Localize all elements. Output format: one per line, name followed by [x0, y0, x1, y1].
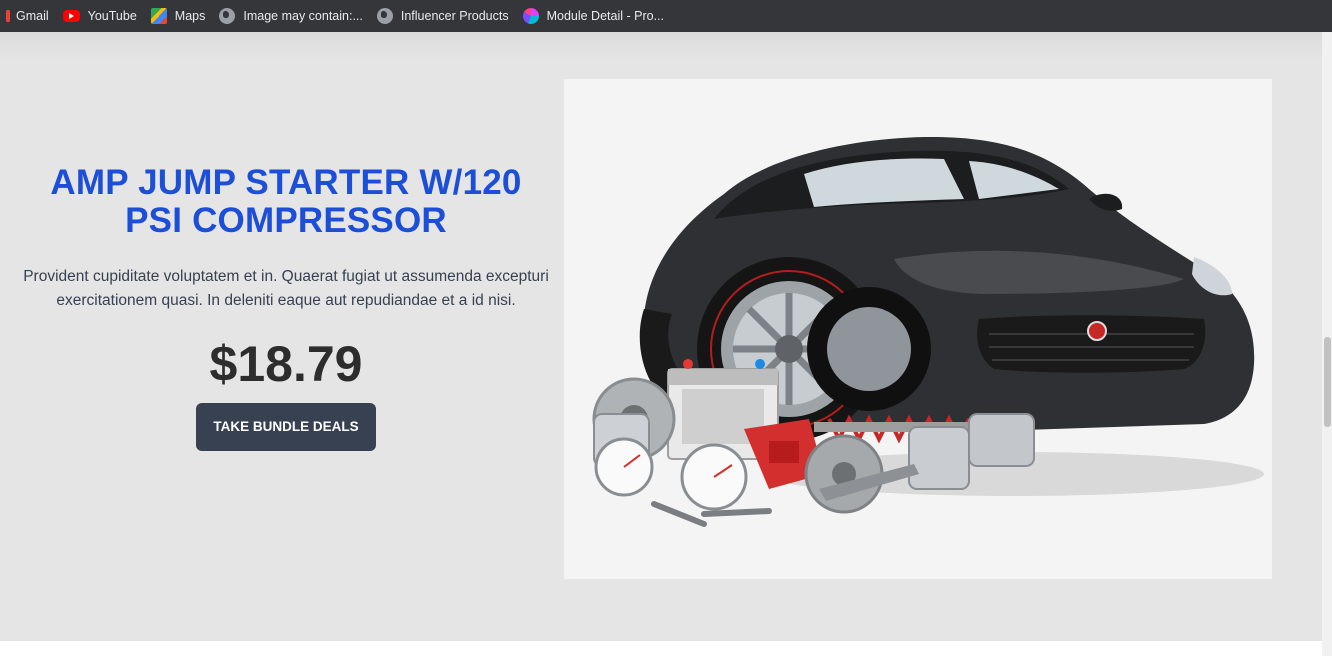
hero-section: AMP JUMP STARTER W/120 PSI COMPRESSOR Pr… — [0, 32, 1322, 641]
bookmark-image-may-contain[interactable]: Image may contain:... — [213, 4, 371, 28]
bookmark-label: Image may contain:... — [243, 9, 363, 23]
bookmark-module-detail[interactable]: Module Detail - Pro... — [517, 4, 672, 28]
module-icon — [522, 8, 539, 24]
product-price: $18.79 — [209, 336, 363, 392]
bookmark-influencer-products[interactable]: Influencer Products — [371, 4, 517, 28]
bookmark-label: Gmail — [16, 9, 49, 23]
bookmark-gmail[interactable]: Gmail — [0, 4, 57, 28]
bookmark-youtube[interactable]: YouTube — [57, 4, 145, 28]
bookmark-maps[interactable]: Maps — [145, 4, 214, 28]
take-bundle-deals-button[interactable]: TAKE BUNDLE DEALS — [196, 403, 376, 451]
maps-icon — [150, 8, 167, 24]
scrollbar-thumb[interactable] — [1324, 337, 1331, 427]
product-image — [564, 79, 1272, 579]
scrollbar[interactable] — [1322, 32, 1332, 656]
gmail-icon — [6, 10, 10, 22]
bookmark-label: Influencer Products — [400, 9, 509, 23]
product-title: AMP JUMP STARTER W/120 PSI COMPRESSOR — [50, 163, 522, 240]
bookmark-label: YouTube — [87, 9, 137, 23]
globe-icon — [219, 8, 236, 24]
hero-text: AMP JUMP STARTER W/120 PSI COMPRESSOR Pr… — [22, 164, 550, 451]
bookmarks-bar: Gmail YouTube Maps Image may contain:...… — [0, 0, 1332, 32]
bookmark-label: Maps — [174, 9, 206, 23]
youtube-icon — [62, 10, 80, 22]
product-description: Provident cupiditate voluptatem et in. Q… — [23, 268, 549, 309]
car-and-parts-illustration — [592, 136, 1264, 527]
bookmark-label: Module Detail - Pro... — [546, 9, 664, 23]
globe-icon — [376, 8, 393, 24]
